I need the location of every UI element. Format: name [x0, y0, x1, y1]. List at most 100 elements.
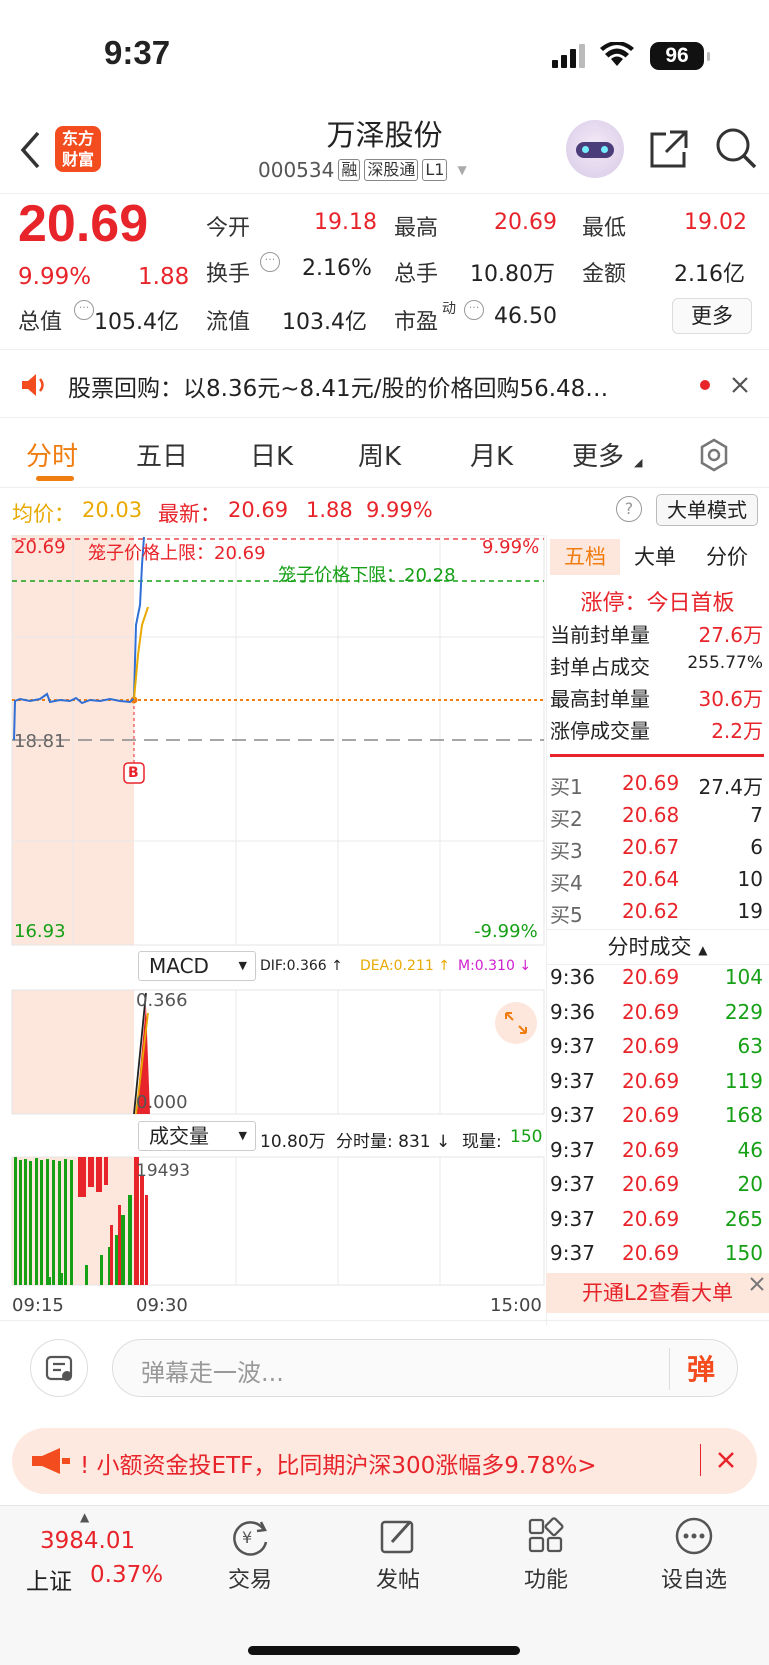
speaker-icon: [22, 374, 44, 396]
danmaku-placeholder: 弹幕走一波...: [141, 1359, 284, 1387]
chevron-down-icon: ▼: [238, 959, 247, 972]
level-tag: L1: [422, 159, 448, 181]
robot-assistant-icon[interactable]: [566, 120, 624, 178]
index-name: 上证: [26, 1569, 72, 1595]
close-icon[interactable]: [748, 1275, 766, 1293]
macd-dif: DIF:0.366 ↑: [260, 958, 343, 974]
seal-row: 当前封单量 27.6万: [550, 623, 763, 647]
tab-daily-k[interactable]: 日K: [250, 436, 293, 473]
bid-row[interactable]: 买1 20.69 27.4万: [550, 771, 765, 800]
info-icon[interactable]: ···: [260, 252, 280, 272]
info-icon[interactable]: ···: [464, 300, 484, 320]
time-start: 09:15: [12, 1295, 64, 1316]
promo-banner[interactable]: ! 小额资金投ETF，比同期沪深300涨幅多9.78%>: [12, 1428, 757, 1494]
danmaku-input[interactable]: 弹幕走一波... 弹: [112, 1339, 738, 1397]
more-button[interactable]: 更多: [672, 298, 752, 334]
tab-five-day[interactable]: 五日: [136, 436, 188, 473]
battery-indicator: 96: [650, 42, 710, 70]
volume-total: 10.80万: [260, 1132, 326, 1152]
intraday-info-row: 均价： 20.03 最新： 20.69 1.88 9.99% ? 大单模式: [0, 494, 769, 530]
change-amount: 1.88: [138, 264, 190, 290]
stat-label-turnover: 换手: [206, 262, 251, 287]
tab-monthly-k[interactable]: 月K: [470, 436, 513, 473]
seal-row: 最高封单量 30.6万: [550, 687, 763, 711]
edit-icon: [380, 1520, 414, 1554]
nav-add-watchlist[interactable]: 设自选: [634, 1516, 754, 1594]
active-tab-indicator: [36, 476, 74, 481]
latest-pct: 9.99%: [366, 498, 433, 522]
share-icon[interactable]: [648, 128, 690, 170]
bid-row[interactable]: 买3 20.67 6: [550, 835, 765, 864]
search-icon[interactable]: [714, 126, 758, 170]
current-price: 20.69: [18, 195, 149, 253]
intraday-chart[interactable]: [0, 535, 550, 1325]
bottom-nav: ▲ 3984.01 上证 0.37% ¥ 交易 发帖 功能 设自选: [0, 1505, 769, 1665]
stat-label-pe: 市盈: [394, 310, 439, 335]
nav-functions[interactable]: 功能: [486, 1516, 606, 1594]
index-pct: 0.37%: [90, 1562, 164, 1588]
tab-more[interactable]: 更多: [572, 436, 624, 473]
l2-promo-button[interactable]: 开通L2查看大单: [546, 1273, 769, 1313]
status-time: 9:37: [104, 34, 171, 71]
bid-row[interactable]: 买5 20.62 19: [550, 899, 765, 928]
volume-now: 150: [510, 1127, 543, 1147]
volume-selector[interactable]: 成交量 ▼: [138, 1121, 256, 1151]
info-icon[interactable]: ···: [74, 300, 94, 320]
cage-lower-label: 笼子价格下限：20.28: [278, 565, 456, 586]
stat-label-amount: 金额: [582, 262, 627, 287]
tab-weekly-k[interactable]: 周K: [358, 436, 401, 473]
close-icon[interactable]: [716, 1450, 736, 1470]
chart-tabs: 分时 五日 日K 周K 月K 更多 ◢: [0, 420, 769, 488]
tick-row: 9:36 20.69 229: [550, 1000, 763, 1024]
limit-up-title: 涨停：今日首板: [580, 591, 735, 616]
macd-top: 0.366: [136, 990, 188, 1011]
tab-intraday[interactable]: 分时: [26, 436, 78, 473]
stat-turnover: 2.16%: [302, 256, 372, 281]
danmaku-button[interactable]: 弹: [687, 1348, 715, 1388]
home-indicator: [248, 1646, 520, 1655]
tab-big-orders[interactable]: 大单: [634, 539, 676, 575]
lower-limit-price: 16.93: [14, 921, 66, 942]
tab-order-book[interactable]: 五档: [550, 539, 620, 575]
grid-icon: [528, 1517, 564, 1553]
stat-volume: 10.80万: [470, 262, 555, 287]
bid-row[interactable]: 买4 20.64 10: [550, 867, 765, 896]
help-icon[interactable]: ?: [616, 496, 642, 522]
expand-icon[interactable]: [492, 999, 540, 1047]
stat-low: 19.02: [684, 210, 747, 235]
close-icon[interactable]: [731, 376, 749, 394]
upper-limit-price: 20.69: [14, 537, 66, 558]
stock-code-row[interactable]: 000534 融 深股通 L1 ▼: [258, 158, 467, 182]
latest-price: 20.69: [228, 498, 289, 522]
tick-row: 9:37 20.69 168: [550, 1103, 763, 1127]
upper-limit-pct: 9.99%: [482, 537, 540, 558]
comment-list-icon[interactable]: [30, 1339, 88, 1397]
macd-selector[interactable]: MACD ▼: [138, 951, 256, 981]
bid-row[interactable]: 买2 20.68 7: [550, 803, 765, 832]
connect-tag: 深股通: [364, 159, 419, 181]
avg-label: 均价：: [12, 502, 75, 526]
nav-trade[interactable]: ¥ 交易: [190, 1516, 310, 1594]
index-value[interactable]: 3984.01: [40, 1528, 135, 1554]
megaphone-icon: [32, 1448, 70, 1474]
stat-label-low: 最低: [582, 216, 627, 241]
stat-amount: 2.16亿: [674, 262, 745, 287]
stat-float-cap: 103.4亿: [282, 310, 367, 335]
chevron-down-icon: ▼: [457, 163, 467, 177]
time-end: 15:00: [490, 1295, 542, 1316]
chevron-up-icon: ▲: [80, 1510, 90, 1524]
svg-text:¥: ¥: [242, 1528, 252, 1547]
tick-row: 9:37 20.69 63: [550, 1034, 763, 1058]
tab-price-dist[interactable]: 分价: [706, 539, 748, 575]
nav-post[interactable]: 发帖: [338, 1516, 458, 1594]
divider: [550, 754, 764, 757]
announcement-banner[interactable]: 股票回购：以8.36元~8.41元/股的价格回购56.48…: [0, 352, 769, 418]
tick-row: 9:37 20.69 265: [550, 1207, 763, 1231]
big-order-mode-button[interactable]: 大单模式: [656, 494, 758, 526]
tick-row: 9:37 20.69 46: [550, 1138, 763, 1162]
gear-icon[interactable]: [697, 438, 731, 472]
buy-marker[interactable]: B: [128, 765, 139, 781]
lower-limit-pct: -9.99%: [474, 921, 538, 942]
stat-label-high: 最高: [394, 216, 439, 241]
ticks-header[interactable]: 分时成交 ▲: [546, 929, 769, 965]
